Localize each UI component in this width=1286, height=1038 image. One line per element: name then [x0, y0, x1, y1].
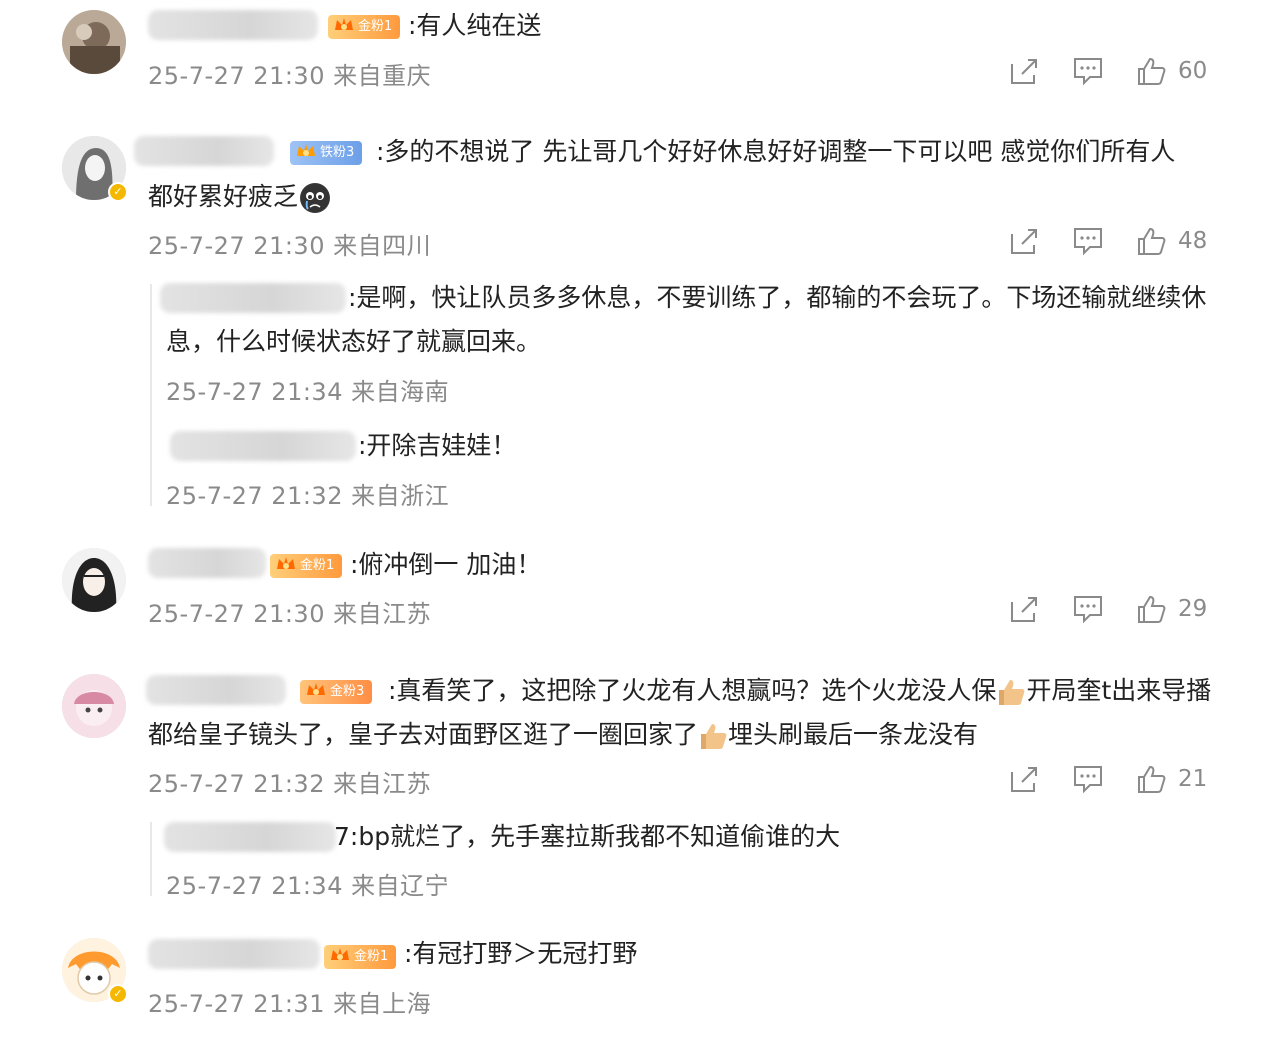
reply-username-blurred[interactable]: [164, 822, 336, 852]
share-button[interactable]: [1008, 54, 1040, 88]
verified-icon: ✓: [108, 984, 128, 1004]
like-count: 48: [1178, 228, 1208, 254]
crown-icon: [277, 557, 295, 569]
share-icon: [1011, 59, 1037, 84]
like-count: 29: [1178, 596, 1208, 622]
comment-icon: [1074, 228, 1102, 256]
comment-icon: [1074, 58, 1102, 86]
username-blurred[interactable]: [134, 136, 274, 166]
reply-meta: 25-7-27 21:34 来自辽宁: [166, 872, 450, 900]
crown-icon: [335, 18, 353, 30]
reply-button[interactable]: [1072, 762, 1104, 796]
reply-text-line1: :是啊，快让队员多多休息，不要训练了，都输的不会玩了。下场还输就继续休: [348, 283, 1207, 312]
username-blurred[interactable]: [148, 939, 320, 969]
sad-face-emoji-icon: [300, 183, 331, 213]
username-blurred[interactable]: [146, 675, 286, 705]
comment-icon: [1074, 596, 1102, 624]
reply-text: 7:bp就烂了，先手塞拉斯我都不知道偷谁的大: [334, 822, 841, 851]
comment-actions: 21: [1008, 762, 1258, 796]
thumbs-up-icon: [1138, 765, 1166, 793]
reply-button[interactable]: [1072, 54, 1104, 88]
fan-badge: 金粉1: [328, 15, 401, 39]
fan-badge: 金粉1: [324, 945, 397, 969]
comment-meta: 25-7-27 21:30 来自江苏: [148, 600, 432, 628]
comment-text-line2: 都给皇子镜头了，皇子去对面野区逛了一圈回家了 埋头刷最后一条龙没有: [148, 720, 979, 751]
crown-icon: [331, 948, 349, 960]
thumbs-up-emoji-icon: [996, 677, 1026, 707]
fan-badge: 铁粉3: [290, 141, 363, 165]
reply-meta: 25-7-27 21:32 来自浙江: [166, 482, 450, 510]
username-blurred[interactable]: [148, 548, 266, 578]
reply-button[interactable]: [1072, 592, 1104, 626]
comment-text: :有人纯在送: [408, 11, 542, 40]
reply-text-line2: 息，什么时候状态好了就赢回来。: [166, 327, 542, 356]
avatar[interactable]: [62, 548, 126, 612]
fan-badge: 金粉3: [300, 680, 373, 704]
comment-text: :有冠打野＞无冠打野: [404, 939, 638, 968]
share-icon: [1011, 597, 1037, 622]
comment-text-line1: :多的不想说了 先让哥几个好好休息好好调整一下可以吧 感觉你们所有人: [376, 137, 1176, 166]
comment-actions: 48: [1008, 224, 1258, 258]
thumbs-up-icon: [1138, 595, 1166, 623]
like-button[interactable]: 48: [1136, 224, 1207, 258]
reply-text: :开除吉娃娃！: [358, 431, 517, 460]
comment-text-line2: 都好累好疲乏: [148, 175, 331, 219]
comment-meta: 25-7-27 21:30 来自四川: [148, 232, 432, 260]
comment-text: :俯冲倒一 加油！: [350, 550, 542, 579]
share-button[interactable]: [1008, 592, 1040, 626]
avatar[interactable]: [62, 10, 126, 74]
thumbs-up-icon: [1138, 57, 1166, 85]
crown-icon: [297, 144, 315, 156]
verified-icon: ✓: [108, 182, 128, 202]
comment-actions: 60: [1008, 54, 1258, 88]
like-count: 21: [1178, 766, 1208, 792]
thumbs-up-emoji-icon: [698, 721, 728, 751]
fan-badge: 金粉1: [270, 554, 343, 578]
reply-button[interactable]: [1072, 224, 1104, 258]
like-button[interactable]: 29: [1136, 592, 1207, 626]
reply-divider: [150, 822, 152, 896]
crown-icon: [307, 683, 325, 695]
avatar[interactable]: [62, 674, 126, 738]
comment-actions: 29: [1008, 592, 1258, 626]
like-count: 60: [1178, 58, 1208, 84]
reply-username-blurred[interactable]: [170, 431, 356, 461]
comment-icon: [1074, 766, 1102, 794]
comment-meta: 25-7-27 21:30 来自重庆: [148, 62, 432, 90]
share-button[interactable]: [1008, 224, 1040, 258]
share-icon: [1011, 229, 1037, 254]
username-blurred[interactable]: [148, 10, 318, 40]
comment-meta: 25-7-27 21:32 来自江苏: [148, 770, 432, 798]
share-icon: [1011, 767, 1037, 792]
like-button[interactable]: 60: [1136, 54, 1207, 88]
thumbs-up-icon: [1138, 227, 1166, 255]
reply-meta: 25-7-27 21:34 来自海南: [166, 378, 450, 406]
comment-text-line1: :真看笑了，这把除了火龙有人想赢吗？选个火龙没人保 开局奎t出来导播: [388, 676, 1212, 707]
comment-meta: 25-7-27 21:31 来自上海: [148, 990, 432, 1018]
like-button[interactable]: 21: [1136, 762, 1207, 796]
reply-username-blurred[interactable]: [160, 283, 346, 313]
reply-divider: [150, 284, 152, 506]
share-button[interactable]: [1008, 762, 1040, 796]
